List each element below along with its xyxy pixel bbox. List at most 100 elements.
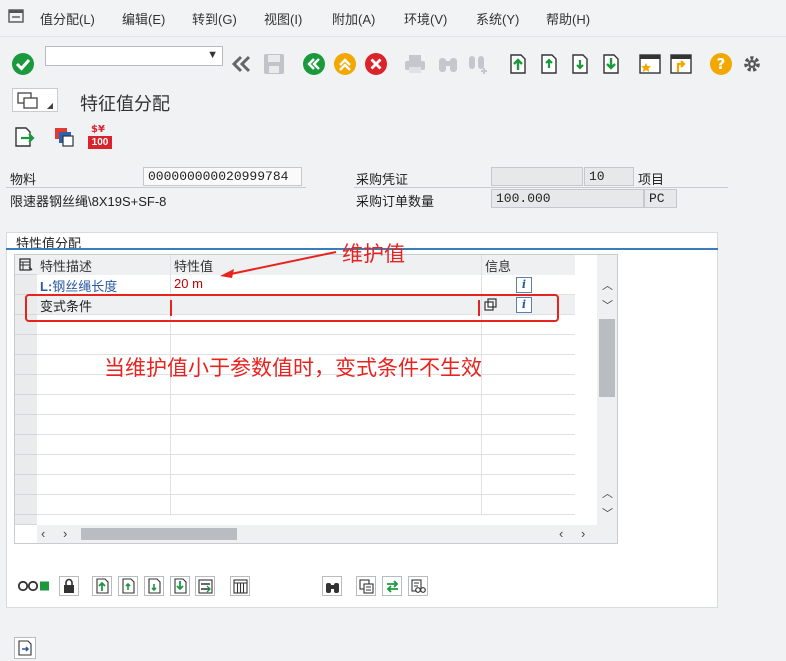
status-icon[interactable] <box>17 580 51 592</box>
cancel-red-icon[interactable] <box>364 52 388 76</box>
shortcut-icon[interactable] <box>669 52 693 76</box>
menu-environment[interactable]: 环境(V) <box>404 9 447 28</box>
col-header-description[interactable]: 特性描述 <box>37 255 171 275</box>
row-selector[interactable] <box>15 495 37 515</box>
first-button[interactable] <box>92 576 112 596</box>
prev-icon <box>122 578 135 594</box>
col-header-info[interactable]: 信息 <box>482 255 575 275</box>
po-label: 采购凭证 <box>356 172 409 187</box>
lock-button[interactable] <box>59 576 79 596</box>
prev-page-icon[interactable] <box>537 52 561 76</box>
menu-goto[interactable]: 转到(G) <box>192 9 237 28</box>
horizontal-scrollbar[interactable]: ‹ › ‹ › <box>37 525 617 543</box>
row-selector[interactable] <box>15 375 37 395</box>
scroll-page-down-icon[interactable]: ﹀ <box>602 505 613 521</box>
menu-view[interactable]: 视图(I) <box>264 9 302 28</box>
scroll-end-left-icon[interactable]: ‹ <box>559 526 563 541</box>
scroll-up-icon[interactable]: ︿ <box>602 277 613 293</box>
qty-label: 采购订单数量 <box>356 194 435 209</box>
menu-value-assignment[interactable]: 值分配(L) <box>40 9 95 28</box>
menu-extras[interactable]: 附加(A) <box>332 9 375 28</box>
last-page-icon[interactable] <box>599 52 623 76</box>
help-icon[interactable]: ? <box>709 52 733 76</box>
material-field[interactable]: 000000000020999784 <box>143 167 302 186</box>
print-icon[interactable] <box>403 52 427 76</box>
screen-menu-button[interactable]: ◢ <box>12 88 58 112</box>
swap-button[interactable] <box>382 576 402 596</box>
binoculars-icon <box>326 583 339 593</box>
horizontal-scroll-thumb[interactable] <box>81 528 237 540</box>
row-selector[interactable] <box>15 415 37 435</box>
material-label: 物料 <box>10 172 37 187</box>
vertical-scroll-thumb[interactable] <box>599 319 615 397</box>
prev-button[interactable] <box>118 576 138 596</box>
new-session-icon[interactable] <box>638 52 662 76</box>
page-title: 特征值分配 <box>80 94 170 114</box>
back-green-icon[interactable] <box>302 52 326 76</box>
chevron-down-icon[interactable]: ▼ <box>207 49 218 61</box>
footer-page-icon <box>18 640 32 656</box>
item-field[interactable]: 10 <box>584 167 634 186</box>
row-selector[interactable] <box>15 335 37 355</box>
table-row <box>37 475 575 495</box>
last-button[interactable] <box>170 576 190 596</box>
select-all-cell[interactable] <box>15 255 37 275</box>
price-icon[interactable]: $¥ 100 <box>88 124 112 150</box>
row-description-prefix: L: <box>40 279 53 294</box>
next-button[interactable] <box>144 576 164 596</box>
command-field[interactable]: ▼ <box>45 46 223 66</box>
table-icon <box>233 579 248 594</box>
row-selector[interactable] <box>15 515 37 525</box>
find-icon[interactable] <box>436 52 460 76</box>
exit-yellow-icon[interactable] <box>333 52 357 76</box>
menu-edit[interactable]: 编辑(E) <box>122 9 165 28</box>
row-selector[interactable] <box>15 355 37 375</box>
settings-icon[interactable] <box>740 52 764 76</box>
table-config-icon <box>19 258 33 271</box>
check-icon[interactable] <box>11 52 35 76</box>
annotation-value-bracket <box>170 300 480 316</box>
row-selector[interactable] <box>15 475 37 495</box>
menu-system[interactable]: 系统(Y) <box>476 9 519 28</box>
po-field[interactable] <box>491 167 583 186</box>
row-selector[interactable] <box>15 395 37 415</box>
export-icon[interactable] <box>13 126 35 148</box>
next-icon <box>148 578 161 594</box>
vertical-scrollbar[interactable]: ︿ ﹀ ︿ ﹀ <box>597 255 617 525</box>
table-row <box>37 395 575 415</box>
footer-page-button[interactable] <box>14 637 36 659</box>
scroll-right-icon[interactable]: › <box>63 526 67 541</box>
price-badge: 100 <box>88 136 112 149</box>
info-icon[interactable]: i <box>516 277 532 293</box>
scroll-down-icon[interactable]: ﹀ <box>602 297 613 313</box>
scroll-end-right-icon[interactable]: › <box>581 526 585 541</box>
row-selector[interactable] <box>15 275 37 295</box>
row-selector[interactable] <box>15 455 37 475</box>
qty-field[interactable]: 100.000 <box>491 189 644 208</box>
back-double-icon[interactable] <box>230 52 254 76</box>
copy-values-icon[interactable] <box>52 126 76 148</box>
window-menu-icon[interactable] <box>8 8 24 24</box>
save-icon[interactable] <box>262 52 286 76</box>
row-info: i <box>482 275 575 295</box>
search-list-icon <box>411 579 426 593</box>
binoculars-button[interactable] <box>322 576 342 596</box>
search-list-button[interactable] <box>408 576 428 596</box>
swap-icon <box>386 580 399 593</box>
first-page-icon[interactable] <box>506 52 530 76</box>
copy-icon <box>359 579 374 594</box>
transfer-button[interactable] <box>195 576 215 596</box>
row-description-text: 钢丝绳长度 <box>52 279 118 294</box>
transfer-icon <box>198 579 213 594</box>
row-selector[interactable] <box>15 435 37 455</box>
table-row <box>37 415 575 435</box>
scroll-page-up-icon[interactable]: ︿ <box>602 485 613 501</box>
find-next-icon[interactable] <box>467 52 491 76</box>
next-page-icon[interactable] <box>568 52 592 76</box>
scroll-left-icon[interactable]: ‹ <box>41 526 45 541</box>
currency-symbol-icon: $¥ <box>91 124 105 135</box>
menu-help[interactable]: 帮助(H) <box>546 9 590 28</box>
unit-field[interactable]: PC <box>644 189 677 208</box>
copy-button[interactable] <box>356 576 376 596</box>
table-button[interactable] <box>230 576 250 596</box>
